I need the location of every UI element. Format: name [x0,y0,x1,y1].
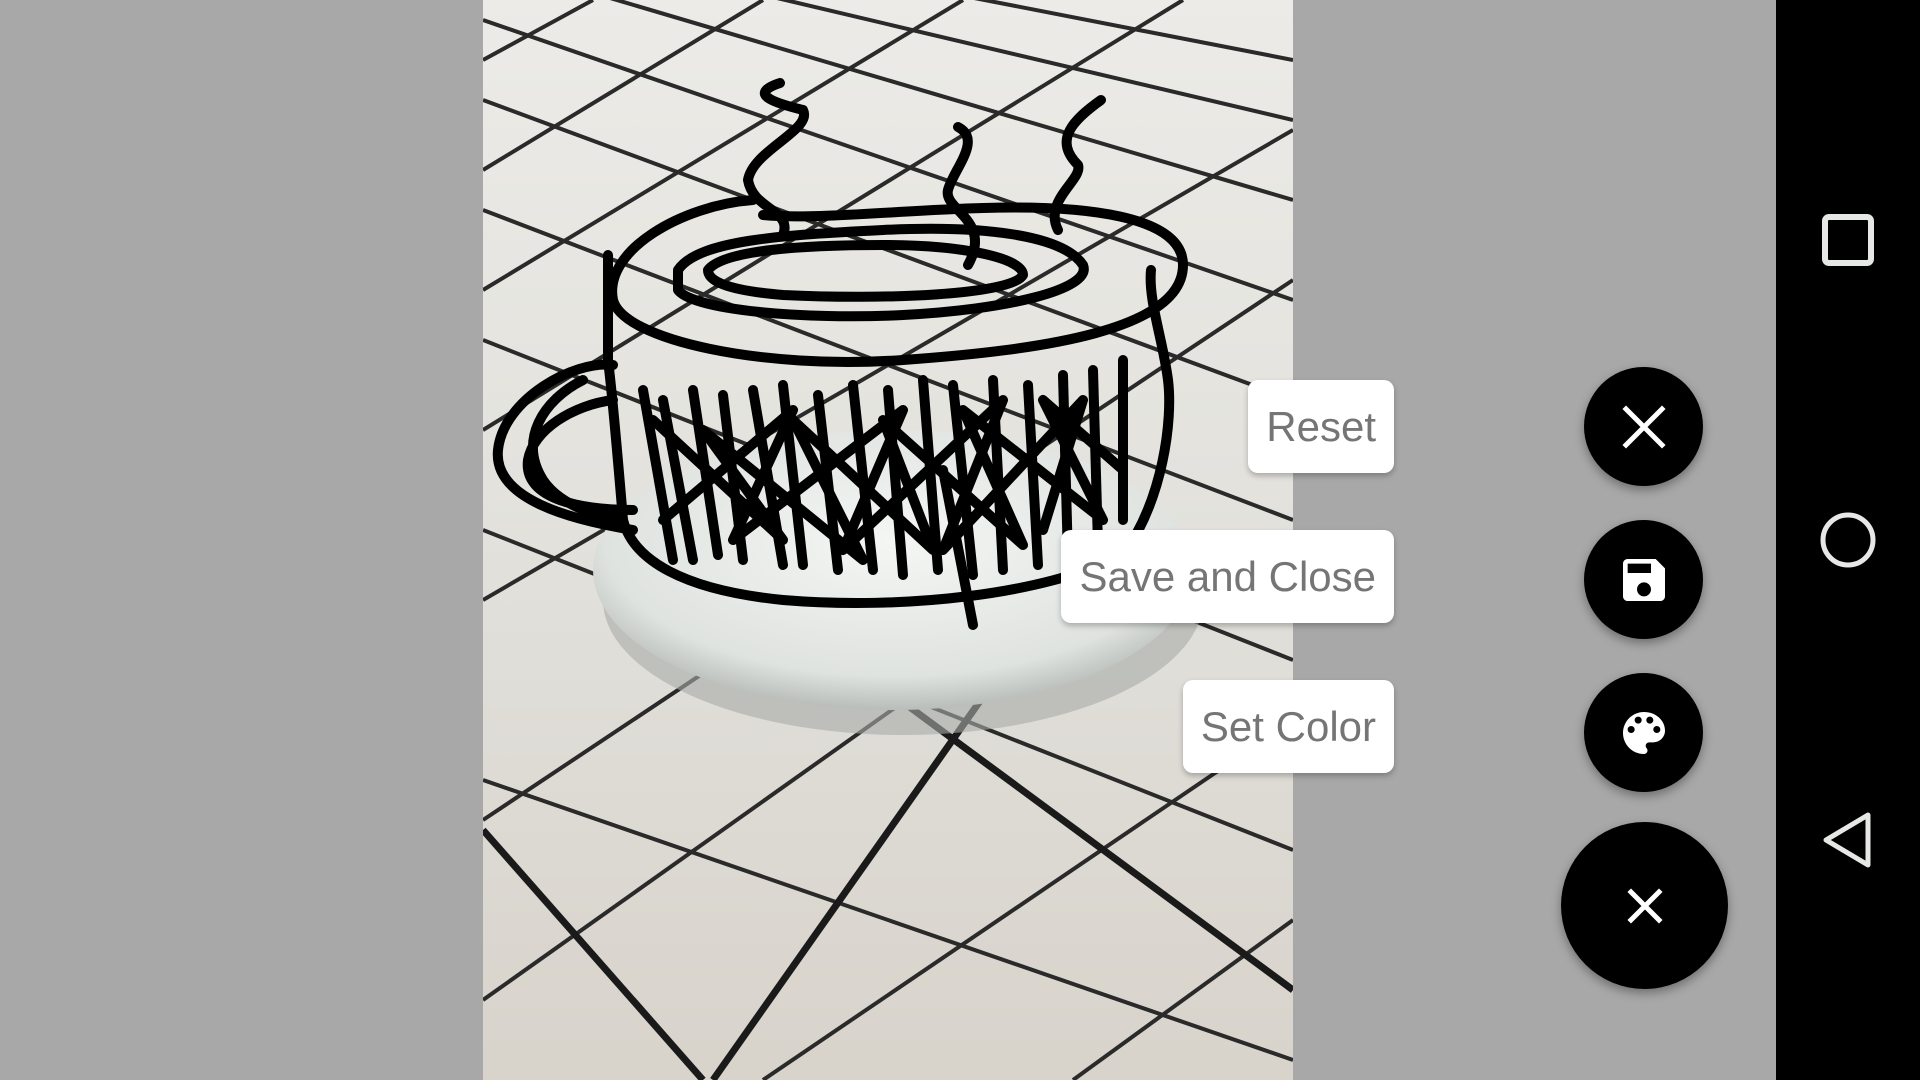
save-icon [1622,558,1665,601]
close-icon [1626,887,1663,924]
navigation-bar [1776,0,1920,1080]
set-color-button[interactable] [1584,673,1703,792]
drawing-canvas-area: Reset Save and Close Set Color [0,0,1776,1080]
close-icon [1621,404,1666,449]
triangle-back-icon [1823,812,1871,868]
main-fab-close-button[interactable] [1561,822,1728,989]
set-color-label-button[interactable]: Set Color [1182,680,1394,773]
reset-button[interactable] [1584,367,1703,486]
save-and-close-label-button[interactable]: Save and Close [1061,530,1394,623]
palette-icon [1622,711,1665,754]
reset-label-button[interactable]: Reset [1248,380,1394,473]
recents-button[interactable] [1776,180,1920,300]
circle-icon [1820,512,1876,568]
save-and-close-button[interactable] [1584,520,1703,639]
back-button[interactable] [1776,780,1920,900]
home-button[interactable] [1776,480,1920,600]
square-icon [1822,214,1874,266]
